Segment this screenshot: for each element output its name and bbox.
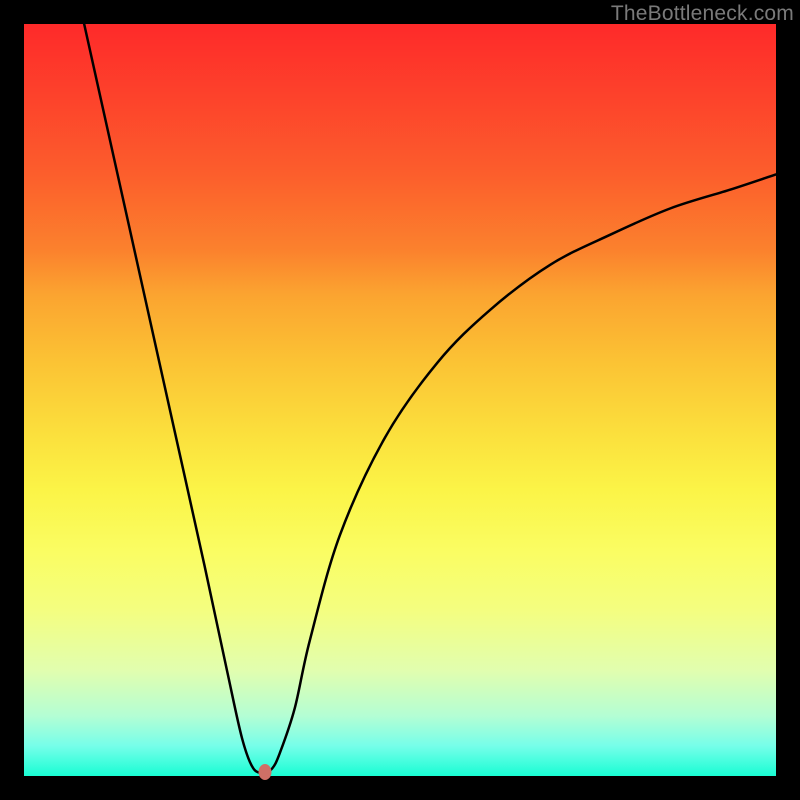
chart-frame: TheBottleneck.com bbox=[0, 0, 800, 800]
plot-area bbox=[24, 24, 776, 776]
watermark-text: TheBottleneck.com bbox=[611, 2, 794, 26]
minimum-marker bbox=[258, 764, 271, 780]
bottleneck-curve bbox=[24, 24, 776, 776]
